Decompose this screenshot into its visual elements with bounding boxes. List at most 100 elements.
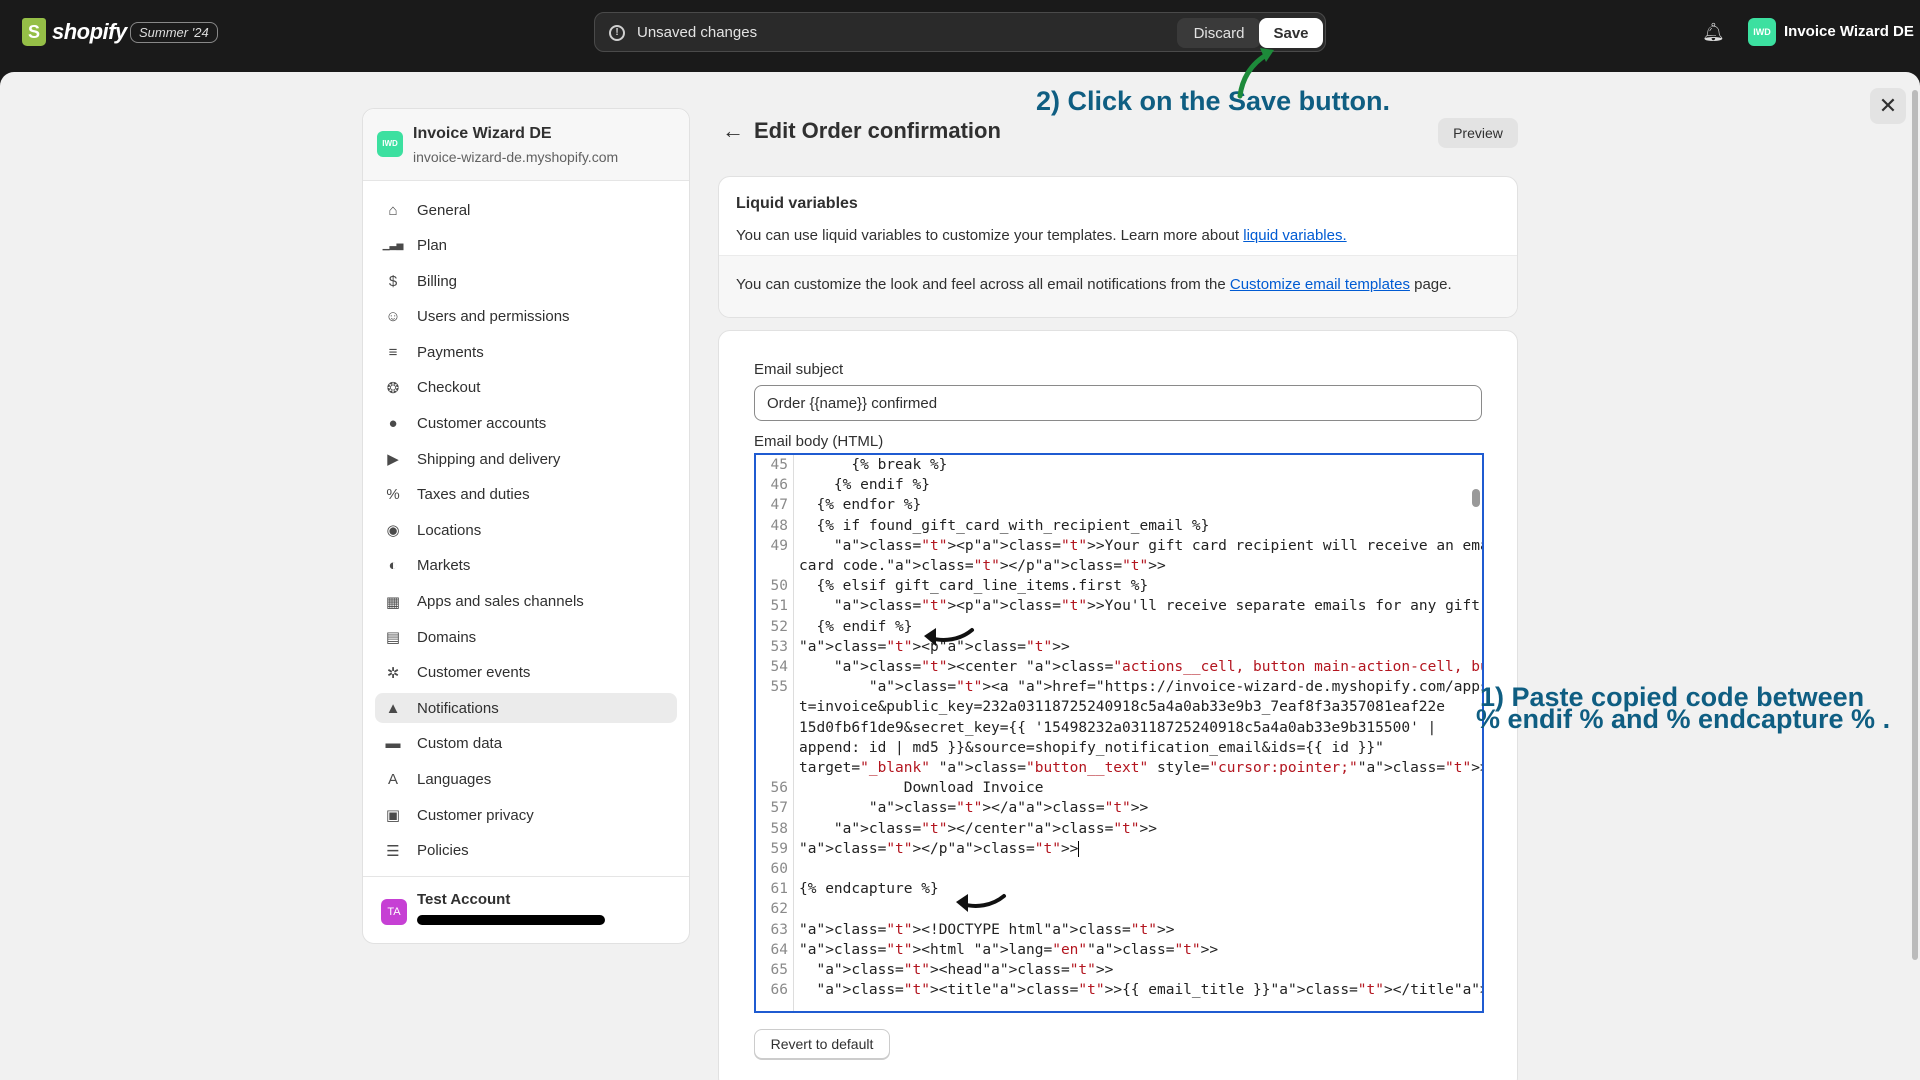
liquid-variables-link[interactable]: liquid variables. xyxy=(1243,227,1346,244)
line-number: 61 xyxy=(770,881,788,898)
chart-icon: ▁▃▅ xyxy=(382,240,404,251)
code-line[interactable]: 56 Download Invoice xyxy=(756,778,1466,798)
code-line[interactable]: t=invoice&public_key=232a03118725240918c… xyxy=(756,697,1466,717)
sidebar-item-apps-and-sales-channels[interactable]: ▦ Apps and sales channels xyxy=(375,587,677,617)
line-number: 63 xyxy=(770,921,788,938)
sidebar-item-payments[interactable]: ≡ Payments xyxy=(375,337,677,367)
code-line[interactable]: 54 "a">class="t"><center "a">class="acti… xyxy=(756,657,1482,677)
code-line[interactable]: 15d0fb6f1de9&secret_key={{ '15498232a031… xyxy=(756,718,1466,738)
annotation-step-1: 1) Paste copied code between % endif % a… xyxy=(1476,684,1920,733)
location-icon: ◉ xyxy=(386,522,400,540)
code-text: {% if found_gift_card_with_recipient_ema… xyxy=(799,517,1210,534)
code-text: target="_blank" "a">class="button__text"… xyxy=(799,760,1482,777)
sidebar-store-header: IWD Invoice Wizard DE invoice-wizard-de.… xyxy=(363,109,689,181)
line-number: 59 xyxy=(770,840,788,857)
preview-button[interactable]: Preview xyxy=(1438,118,1518,148)
sidebar-item-markets[interactable]: ◐ Markets xyxy=(375,551,677,581)
code-line[interactable]: 65 "a">class="t"><head"a">class="t">> xyxy=(756,960,1466,980)
revert-to-default-button[interactable]: Revert to default xyxy=(754,1029,890,1059)
sidebar-item-label: Domains xyxy=(417,628,477,646)
line-number: 56 xyxy=(770,780,788,797)
sidebar-item-general[interactable]: ⌂ General xyxy=(375,195,677,225)
sidebar-item-locations[interactable]: ◉ Locations xyxy=(375,515,677,545)
notification-bell-icon[interactable]: 🔔︎ xyxy=(1702,22,1725,43)
sidebar-item-languages[interactable]: A Languages xyxy=(375,765,677,795)
settings-sidebar: IWD Invoice Wizard DE invoice-wizard-de.… xyxy=(362,108,690,944)
email-subject-input[interactable] xyxy=(754,385,1482,421)
code-line[interactable]: 51 "a">class="t"><p"a">class="t">>You'll… xyxy=(756,596,1480,616)
code-line[interactable]: 64 "a">class="t"><html "a">lang="en""a">c… xyxy=(756,940,1466,960)
page-title: Edit Order confirmation xyxy=(754,118,1001,143)
email-body-label: Email body (HTML) xyxy=(754,433,884,450)
code-line[interactable]: 59 "a">class="t"></p"a">class="t">> xyxy=(756,839,1466,859)
store-avatar[interactable]: IWD xyxy=(1748,18,1776,46)
sidebar-item-custom-data[interactable]: ▬ Custom data xyxy=(375,729,677,759)
sidebar-item-taxes-and-duties[interactable]: % Taxes and duties xyxy=(375,480,677,510)
code-line[interactable]: 50 {% elsif gift_card_line_items.first %… xyxy=(756,576,1466,596)
payments-icon: ≡ xyxy=(388,343,398,361)
code-text: {% endcapture %} xyxy=(799,881,939,898)
code-line[interactable]: 52 {% endif %} xyxy=(756,617,1466,637)
sidebar-item-checkout[interactable]: ❂ Checkout xyxy=(375,373,677,403)
sidebar-item-domains[interactable]: ▤ Domains xyxy=(375,622,677,652)
code-line[interactable]: 58 "a">class="t"></center"a">class="t">> xyxy=(756,819,1466,839)
code-line[interactable]: 55 "a">class="t"><a "a">href="https://in… xyxy=(756,677,1482,697)
code-text: "a">class="t"><title"a">class="t">>{{ em… xyxy=(816,982,1482,999)
sidebar-item-notifications[interactable]: ▲ Notifications xyxy=(375,693,677,724)
code-line[interactable]: target="_blank" "a">class="button__text"… xyxy=(756,758,1482,778)
code-line[interactable]: 48 {% if found_gift_card_with_recipient_… xyxy=(756,516,1466,536)
store-name[interactable]: Invoice Wizard DE xyxy=(1784,23,1914,40)
sidebar-account[interactable]: TA Test Account xyxy=(363,876,689,944)
close-icon[interactable]: ✕ xyxy=(1870,88,1906,124)
store-icon: ⌂ xyxy=(388,201,398,219)
language-icon: A xyxy=(387,771,398,788)
sidebar-item-customer-events[interactable]: ✲ Customer events xyxy=(375,658,677,688)
code-line[interactable]: 57 "a">class="t"></a"a">class="t">> xyxy=(756,798,1466,818)
sidebar-item-label: Customer accounts xyxy=(417,415,547,433)
code-content[interactable]: 45 {% break %} 46 {% endif %} 47 {% endfor… xyxy=(756,455,1482,1000)
customize-email-templates-link[interactable]: Customize email templates xyxy=(1230,276,1410,293)
edition-badge[interactable]: Summer '24 xyxy=(130,22,218,43)
code-line[interactable]: 62 xyxy=(756,899,1466,919)
code-line[interactable]: 47 {% endfor %} xyxy=(756,495,1466,515)
code-line[interactable]: 61 {% endcapture %} xyxy=(756,879,1466,899)
annotation-step-1-line2: % endif % and % endcapture % . xyxy=(1476,704,1891,734)
sidebar-item-label: General xyxy=(417,201,471,219)
back-arrow-icon[interactable]: ← xyxy=(722,118,744,144)
line-number: 51 xyxy=(770,598,788,615)
settings-nav: ⌂ General ▁▃▅ Plan $ Billing ☺ Users and permis… xyxy=(375,195,677,871)
sidebar-item-shipping-and-delivery[interactable]: ▶ Shipping and delivery xyxy=(375,444,677,474)
sidebar-item-label: Users and permissions xyxy=(417,308,570,326)
code-line[interactable]: 66 "a">class="t"><title"a">class="t">>{{… xyxy=(756,980,1482,1000)
top-bar: S shopify Summer '24 ! Unsaved changes D… xyxy=(0,0,1920,64)
sidebar-item-customer-accounts[interactable]: ● Customer accounts xyxy=(375,409,677,439)
domain-icon: ▤ xyxy=(385,629,401,647)
code-line[interactable]: 63 "a">class="t"><!DOCTYPE html"a">class=… xyxy=(756,920,1466,940)
code-line[interactable]: card code."a">class="t"></p"a">class="t"… xyxy=(756,556,1466,576)
line-number xyxy=(756,758,794,778)
account-avatar: TA xyxy=(381,899,407,925)
liquid-variables-card: Liquid variables You can use liquid vari… xyxy=(718,176,1518,318)
page-scrollbar[interactable] xyxy=(1912,90,1918,960)
email-body-code-editor[interactable]: 45 {% break %} 46 {% endif %} 47 {% endfor… xyxy=(754,453,1484,1013)
redacted-email xyxy=(417,915,605,925)
code-line[interactable]: 45 {% break %} xyxy=(756,455,1466,475)
code-text: "a">class="t"><head"a">class="t">> xyxy=(816,962,1114,979)
sidebar-item-billing[interactable]: $ Billing xyxy=(375,266,677,296)
sidebar-item-customer-privacy[interactable]: ▣ Customer privacy xyxy=(375,800,677,830)
card-text: You can use liquid variables to customiz… xyxy=(736,227,1347,244)
code-line[interactable]: append: id | md5 }}&source=shopify_notif… xyxy=(756,738,1466,758)
sidebar-item-users-and-permissions[interactable]: ☺ Users and permissions xyxy=(375,302,677,332)
line-number: 47 xyxy=(770,497,788,514)
sidebar-item-plan[interactable]: ▁▃▅ Plan xyxy=(375,231,677,261)
sidebar-item-policies[interactable]: ☰ Policies xyxy=(375,836,677,866)
shopify-logo[interactable]: S shopify xyxy=(22,18,127,46)
code-line[interactable]: 46 {% endif %} xyxy=(756,475,1466,495)
code-line[interactable]: 49 "a">class="t"><p"a">class="t">>Your g… xyxy=(756,536,1482,556)
sidebar-item-label: Locations xyxy=(417,521,482,539)
code-line[interactable]: 60 xyxy=(756,859,1466,879)
line-number: 50 xyxy=(770,578,788,595)
editor-scrollbar-thumb[interactable] xyxy=(1472,489,1480,507)
code-line[interactable]: 53 "a">class="t"><p"a">class="t">> xyxy=(756,637,1466,657)
